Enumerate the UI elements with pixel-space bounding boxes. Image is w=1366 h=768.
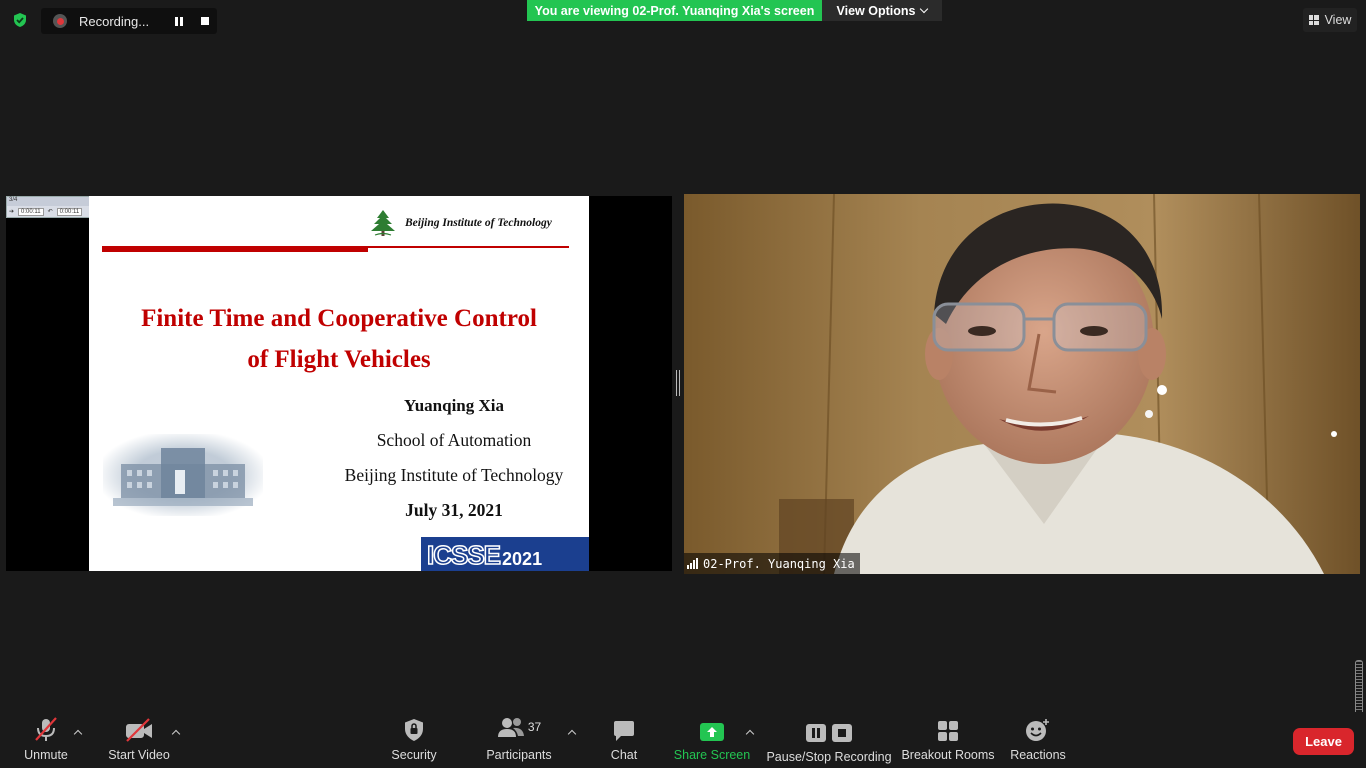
pause-stop-recording-button[interactable]: Pause/Stop Recording: [766, 712, 892, 768]
share-screen-button[interactable]: Share Screen: [674, 712, 750, 768]
reactions-button[interactable]: Reactions: [1010, 712, 1066, 768]
recording-indicator: Recording...: [41, 8, 217, 34]
mini-reset-icon[interactable]: ↶: [48, 208, 53, 216]
slideshow-mini-controller[interactable]: 3/4 ➔ 0:00:11 ↶ 0:00:11: [6, 196, 102, 218]
slide-divider-thick: [102, 246, 368, 252]
view-label: View: [1324, 13, 1352, 27]
view-button[interactable]: View: [1303, 8, 1357, 32]
slide-title: Finite Time and Cooperative Control of F…: [89, 298, 589, 380]
mini-controller-title: 3/4: [7, 197, 101, 206]
institute-logo-text: Beijing Institute of Technology: [405, 217, 552, 229]
recording-label: Recording...: [79, 13, 150, 29]
author-name: Yuanqing Xia: [403, 396, 504, 415]
security-shield-icon: [405, 719, 423, 741]
participants-icon: [497, 718, 524, 737]
participant-name: 02-Prof. Yuanqing Xia: [703, 556, 855, 571]
video-camera-off-icon: [126, 718, 152, 742]
chevron-down-icon: [920, 4, 929, 14]
tree-logo-icon: [371, 210, 395, 236]
participants-label: Participants: [486, 748, 552, 762]
breakout-rooms-button[interactable]: Breakout Rooms: [901, 712, 995, 768]
connection-signal-icon: [687, 558, 698, 569]
campus-building-image: [103, 434, 263, 516]
stop-icon: [201, 17, 209, 25]
view-options-button[interactable]: View Options: [822, 0, 942, 21]
zoom-meeting-window: Recording... You are viewing 02-Prof. Yu…: [0, 0, 1366, 768]
video-frame: [684, 194, 1360, 574]
slide-title-line2: of Flight Vehicles: [247, 346, 431, 373]
reactions-label: Reactions: [1010, 748, 1066, 762]
share-screen-label: Share Screen: [673, 748, 751, 762]
conference-year: 2021: [502, 549, 543, 569]
conference-logo: ICSSE 2021: [421, 537, 589, 571]
split-view-resize-handle[interactable]: [676, 370, 680, 396]
recording-dot-icon: [53, 14, 67, 28]
microphone-muted-icon: [35, 717, 57, 741]
gallery-scrollbar[interactable]: [1355, 660, 1363, 718]
share-screen-options-caret[interactable]: [745, 728, 755, 738]
participant-video[interactable]: 02-Prof. Yuanqing Xia: [684, 194, 1360, 574]
breakout-rooms-label: Breakout Rooms: [901, 748, 995, 762]
participant-name-tag: 02-Prof. Yuanqing Xia: [684, 553, 860, 574]
pause-icon: [806, 724, 826, 742]
mini-next-icon[interactable]: ➔: [9, 208, 14, 216]
chat-label: Chat: [610, 748, 638, 762]
pause-recording-button[interactable]: [173, 15, 185, 27]
mini-time-right: 0:00:11: [56, 208, 83, 216]
conference-logo-text: ICSSE: [426, 540, 502, 570]
chat-button[interactable]: Chat: [604, 712, 644, 768]
slide-title-line1: Finite Time and Cooperative Control: [141, 305, 537, 332]
author-block: Yuanqing Xia School of Automation Beijin…: [329, 396, 579, 521]
start-video-label: Start Video: [108, 748, 170, 762]
presentation-slide: Beijing Institute of Technology Finite T…: [89, 196, 589, 571]
security-label: Security: [391, 748, 437, 762]
video-options-caret[interactable]: [171, 728, 181, 738]
pause-icon: [175, 16, 183, 26]
stop-icon: [832, 724, 852, 742]
share-screen-icon: [700, 723, 724, 741]
reactions-emoji-icon: [1026, 719, 1049, 741]
view-options-label: View Options: [836, 3, 916, 18]
audio-options-caret[interactable]: [73, 728, 83, 738]
security-button[interactable]: Security: [386, 712, 442, 768]
institute-logo: Beijing Institute of Technology: [367, 208, 552, 238]
shared-screen[interactable]: 3/4 ➔ 0:00:11 ↶ 0:00:11 Beijing Institut…: [6, 196, 672, 571]
participants-options-caret[interactable]: [567, 728, 577, 738]
unmute-button[interactable]: Unmute: [20, 712, 72, 768]
participants-count: 37: [527, 720, 542, 734]
mini-time-left: 0:00:11: [18, 208, 44, 216]
participants-button[interactable]: 37 Participants: [484, 712, 554, 768]
slide-divider-thin: [368, 246, 569, 248]
viewing-screen-banner: You are viewing 02-Prof. Yuanqing Xia's …: [527, 0, 822, 21]
leave-button[interactable]: Leave: [1293, 728, 1354, 755]
breakout-rooms-icon: [938, 721, 958, 741]
stop-recording-button[interactable]: [199, 15, 211, 27]
encryption-shield-icon[interactable]: [12, 12, 28, 28]
chat-bubble-icon: [614, 721, 634, 741]
start-video-button[interactable]: Start Video: [104, 712, 174, 768]
author-institute: Beijing Institute of Technology: [344, 465, 564, 485]
pause-stop-recording-label: Pause/Stop Recording: [766, 750, 892, 764]
author-school: School of Automation: [376, 430, 532, 450]
grid-view-icon: [1308, 15, 1319, 25]
meeting-toolbar: Unmute Start Video Security 37 Participa…: [0, 712, 1366, 768]
unmute-label: Unmute: [24, 748, 68, 762]
presentation-date: July 31, 2021: [405, 500, 503, 520]
